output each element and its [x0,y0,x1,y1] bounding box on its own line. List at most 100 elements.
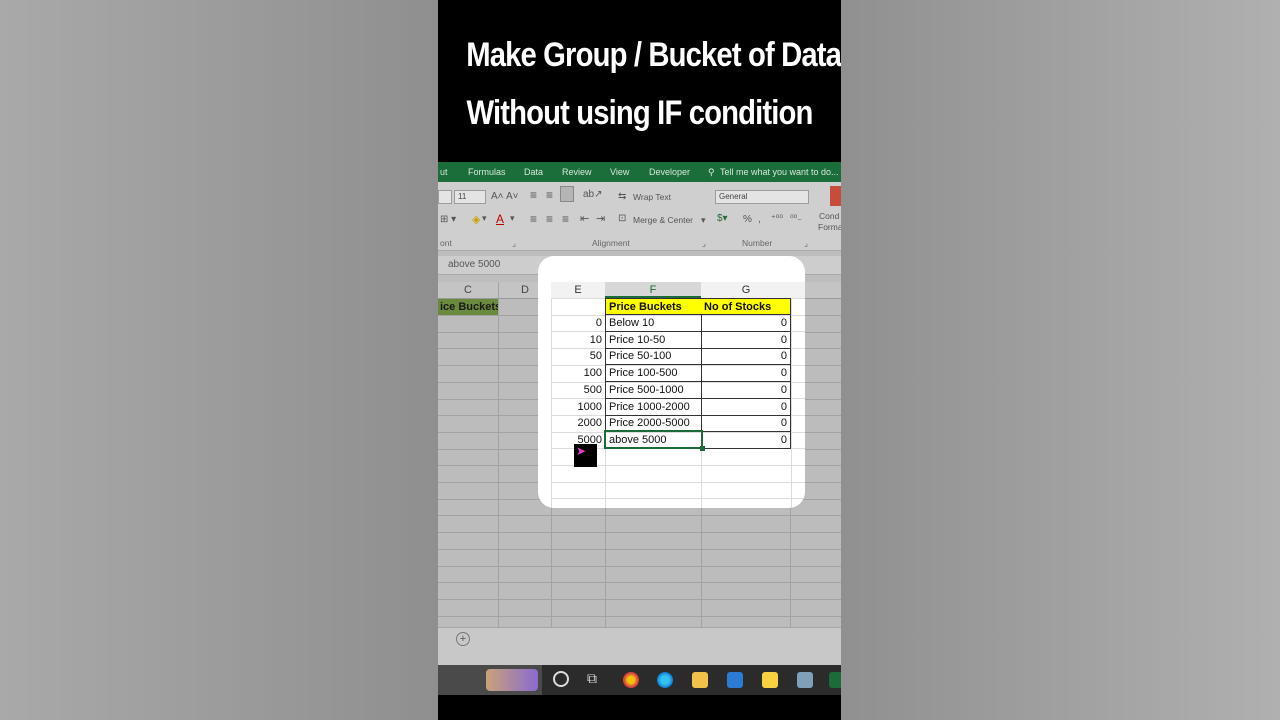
task-view-icon[interactable]: ⧉ [587,670,597,687]
comma-style-icon[interactable]: , [758,214,761,225]
number-format-dropdown[interactable]: General [715,190,809,204]
conditional-formatting-label-2[interactable]: Forma [818,222,841,232]
tab-layout[interactable]: ut [440,167,448,177]
cell-bucket[interactable]: Price 100-500 [605,365,702,383]
column-header-c[interactable]: C [438,282,498,299]
cell-bucket[interactable]: Price 500-1000 [605,381,702,399]
active-cell-selection[interactable] [604,430,703,449]
cell-bucket[interactable]: Price 10-50 [605,331,702,349]
font-dialog-launcher-icon[interactable]: ⌟ [512,238,516,249]
fill-color-icon[interactable]: ◈ [472,213,480,226]
header-no-of-stocks[interactable]: No of Stocks [701,298,791,315]
grid-col-line [498,282,499,627]
cell-count[interactable]: 0 [701,348,791,366]
increase-font-icon[interactable]: A˄ [491,191,504,202]
group-label-number: Number [742,238,773,248]
cell-bucket[interactable]: Price 1000-2000 [605,398,702,416]
decrease-decimal-icon[interactable]: ⁰⁰₋ [790,213,802,224]
cell-count[interactable]: 0 [701,315,791,332]
cell-threshold[interactable]: 500 [551,382,602,399]
alignment-dialog-launcher-icon[interactable]: ⌟ [702,238,706,249]
font-color-icon[interactable]: A [496,212,504,226]
wrap-text-button[interactable]: Wrap Text [633,192,671,202]
cell-threshold[interactable]: 1000 [551,399,602,416]
sheet-tab-bar: + [438,627,841,666]
chrome-icon[interactable] [623,672,639,688]
grid-row-line [438,532,841,534]
column-header-e[interactable]: E [551,282,606,298]
conditional-format-icon[interactable] [830,186,841,206]
widgets-icon[interactable] [486,669,538,691]
cell-threshold[interactable]: 0 [551,315,602,332]
app-icon[interactable] [797,672,813,688]
fill-handle[interactable] [700,446,705,451]
tab-view[interactable]: View [610,167,629,177]
windows-taskbar: ⧉ [438,665,841,695]
font-color-dropdown-icon[interactable]: ▾ [510,213,515,224]
increase-decimal-icon[interactable]: ⁺⁰⁰ [771,213,783,224]
align-left-icon[interactable]: ≡ [530,212,537,226]
decrease-font-icon[interactable]: A˅ [506,191,519,202]
tab-developer[interactable]: Developer [649,167,690,177]
edge-icon[interactable] [657,672,673,688]
align-middle-icon[interactable]: ≡ [546,188,553,202]
cell-bucket[interactable]: Below 10 [605,315,702,332]
merge-center-button[interactable]: Merge & Center [633,215,693,225]
mail-icon[interactable] [727,672,743,688]
group-label-alignment: Alignment [592,238,630,248]
font-name-dropdown[interactable] [438,190,452,204]
percent-style-button[interactable]: % [743,214,752,225]
conditional-formatting-label-1[interactable]: Cond [819,211,839,221]
highlight-card: E F G H Price Buckets No of Stocks 0Belo… [538,256,805,508]
tab-formulas[interactable]: Formulas [468,167,506,177]
grid-row-line [438,548,841,550]
cell-threshold[interactable]: 50 [551,348,602,365]
sticky-notes-icon[interactable] [762,672,778,688]
orientation-icon[interactable]: ab↗ [583,189,603,200]
card-col-line [791,298,792,508]
merge-dropdown-icon[interactable]: ▾ [701,215,706,226]
cell-count[interactable]: 0 [701,431,791,449]
blurred-background-right [841,0,1280,720]
tell-me-search[interactable]: Tell me what you want to do... [720,167,839,177]
align-bottom-icon[interactable] [560,186,574,202]
cell-c1-price-buckets[interactable]: ice Buckets [438,299,498,315]
card-row-line [551,498,805,500]
align-center-icon[interactable]: ≡ [546,212,553,226]
cell-count[interactable]: 0 [701,365,791,383]
file-explorer-icon[interactable] [692,672,708,688]
tab-review[interactable]: Review [562,167,592,177]
column-header-h[interactable]: H [791,282,805,298]
grid-row-line [438,615,841,617]
cell-threshold[interactable]: 10 [551,332,602,349]
column-header-g[interactable]: G [701,282,792,298]
search-icon[interactable] [553,671,569,687]
cell-count[interactable]: 0 [701,415,791,433]
increase-indent-icon[interactable]: ⇥ [596,212,605,225]
align-top-icon[interactable]: ≡ [530,188,537,202]
column-header-f[interactable]: F [605,282,702,298]
font-size-dropdown[interactable]: 11 [454,190,486,204]
cell-count[interactable]: 0 [701,381,791,399]
tab-data[interactable]: Data [524,167,543,177]
cell-bucket[interactable]: Price 50-100 [605,348,702,366]
excel-taskbar-icon[interactable] [829,672,841,688]
borders-icon[interactable]: ⊞ ▾ [440,214,456,225]
add-sheet-icon[interactable]: + [456,632,470,646]
align-right-icon[interactable]: ≡ [562,212,569,226]
grid-row-line [438,598,841,600]
group-label-font: ont [440,238,452,248]
ribbon: 11 A˄ A˅ ≡ ≡ ab↗ ⇆ Wrap Text General ⊞ ▾… [438,182,841,251]
accounting-format-icon[interactable]: $▾ [717,213,728,224]
number-dialog-launcher-icon[interactable]: ⌟ [804,238,808,249]
header-price-buckets[interactable]: Price Buckets [605,298,702,315]
decrease-indent-icon[interactable]: ⇤ [580,212,589,225]
video-title-line-2: Without using IF condition [466,94,813,132]
wrap-text-icon: ⇆ [618,191,627,202]
cell-threshold[interactable]: 2000 [551,415,602,432]
fill-color-dropdown-icon[interactable]: ▾ [482,213,487,224]
cell-count[interactable]: 0 [701,331,791,349]
cell-threshold[interactable]: 100 [551,365,602,382]
ribbon-tab-bar: ut Formulas Data Review View Developer ⚲… [438,162,841,182]
cell-count[interactable]: 0 [701,398,791,416]
